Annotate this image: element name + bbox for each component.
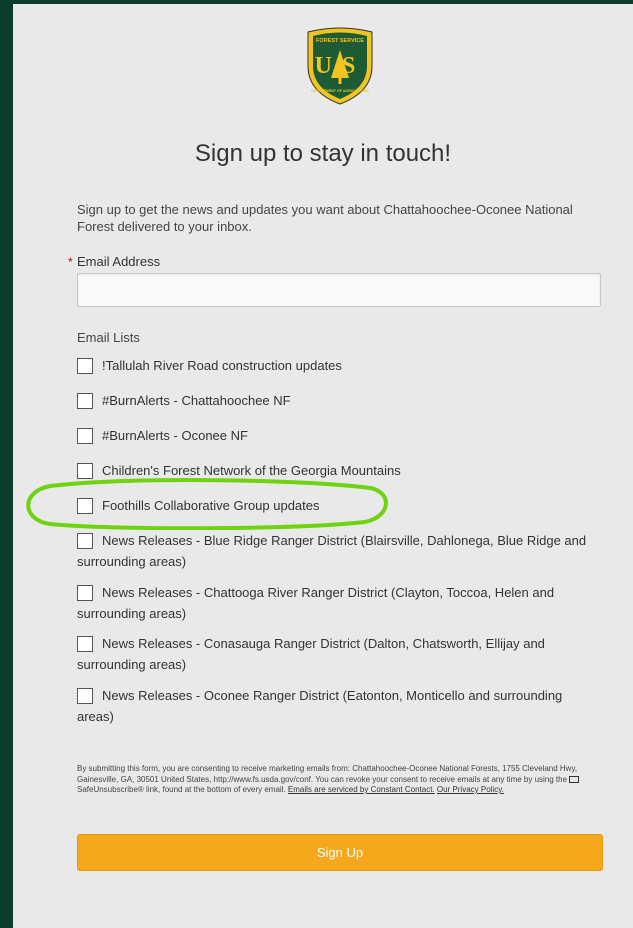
list-item[interactable]: Foothills Collaborative Group updates: [77, 495, 601, 516]
signup-form-page: FOREST SERVICE US DEPARTMENT OF AGRICULT…: [13, 4, 633, 928]
checkbox[interactable]: [77, 428, 93, 444]
checkbox[interactable]: [77, 585, 93, 601]
checkbox[interactable]: [77, 463, 93, 479]
list-item-label: News Releases - Blue Ridge Ranger Distri…: [77, 533, 587, 569]
list-item[interactable]: #BurnAlerts - Oconee NF: [77, 425, 601, 446]
consent-legal-text: By submitting this form, you are consent…: [77, 764, 602, 796]
checkbox[interactable]: [77, 636, 93, 652]
intro-text: Sign up to get the news and updates you …: [77, 202, 573, 234]
checkbox[interactable]: [77, 393, 93, 409]
constant-contact-link[interactable]: Emails are serviced by Constant Contact.: [288, 785, 435, 794]
list-item[interactable]: #BurnAlerts - Chattahoochee NF: [77, 390, 601, 411]
list-item[interactable]: !Tallulah River Road construction update…: [77, 355, 601, 376]
list-item-label: !Tallulah River Road construction update…: [102, 358, 342, 373]
checkbox[interactable]: [77, 358, 93, 374]
list-item[interactable]: News Releases - Oconee Ranger District (…: [77, 685, 601, 727]
logo-text-top: FOREST SERVICE: [316, 38, 364, 44]
envelope-icon: [569, 775, 580, 783]
checkbox[interactable]: [77, 498, 93, 514]
list-item[interactable]: News Releases - Conasauga Ranger Distric…: [77, 633, 601, 675]
email-lists-label: Email Lists: [77, 330, 140, 345]
sign-up-button[interactable]: Sign Up: [77, 834, 603, 871]
logo-text-bottom: DEPARTMENT OF AGRICULTURE: [311, 89, 369, 93]
page-title: Sign up to stay in touch!: [194, 140, 452, 167]
checkbox[interactable]: [77, 533, 93, 549]
list-item-label: News Releases - Oconee Ranger District (…: [77, 688, 563, 724]
email-label: Email Address: [77, 254, 161, 269]
list-item-label: News Releases - Chattooga River Ranger D…: [77, 585, 555, 621]
legal-text-part2: SafeUnsubscribe® link, found at the bott…: [77, 785, 286, 794]
checkbox[interactable]: [77, 688, 93, 704]
email-field[interactable]: [77, 273, 601, 307]
list-item[interactable]: Children's Forest Network of the Georgia…: [77, 460, 601, 481]
list-item-label: #BurnAlerts - Chattahoochee NF: [102, 393, 291, 408]
list-item-label: #BurnAlerts - Oconee NF: [102, 428, 248, 443]
privacy-policy-link[interactable]: Our Privacy Policy.: [437, 785, 504, 794]
list-item-label: Children's Forest Network of the Georgia…: [102, 463, 401, 478]
required-marker: *: [68, 255, 73, 269]
list-item[interactable]: News Releases - Blue Ridge Ranger Distri…: [77, 530, 601, 572]
list-item-label: News Releases - Conasauga Ranger Distric…: [77, 636, 545, 672]
legal-text-part1: By submitting this form, you are consent…: [77, 764, 578, 784]
list-item[interactable]: News Releases - Chattooga River Ranger D…: [77, 582, 601, 624]
forest-service-shield-icon: FOREST SERVICE US DEPARTMENT OF AGRICULT…: [307, 27, 373, 105]
list-item-label: Foothills Collaborative Group updates: [102, 498, 320, 513]
